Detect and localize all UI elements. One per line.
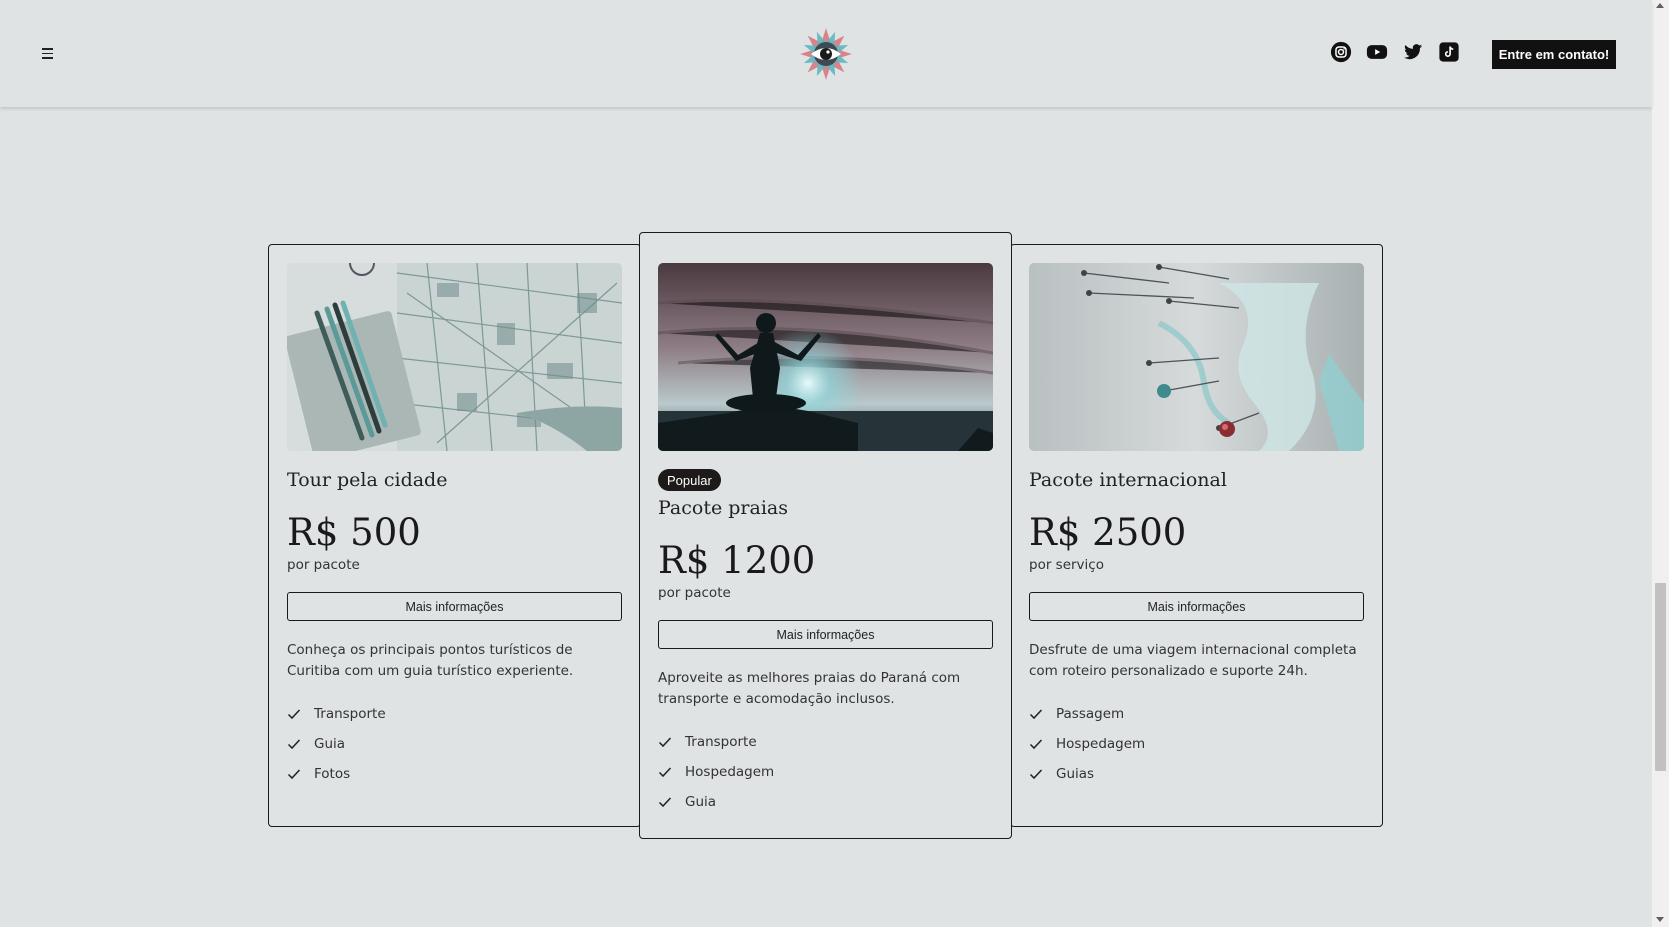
- check-icon: [287, 769, 301, 780]
- feature-item: Hospedagem: [658, 757, 774, 787]
- youtube-icon[interactable]: [1366, 41, 1388, 63]
- world-map-pins-image: [1029, 263, 1364, 451]
- check-icon: [658, 767, 672, 778]
- feature-label: Hospedagem: [685, 764, 775, 780]
- check-icon: [287, 709, 301, 720]
- more-info-button[interactable]: Mais informações: [658, 620, 993, 649]
- instagram-icon[interactable]: [1330, 41, 1352, 63]
- feature-label: Passagem: [1056, 706, 1125, 722]
- more-info-button[interactable]: Mais informações: [1029, 592, 1364, 621]
- popular-badge: Popular: [658, 469, 721, 491]
- card-description: Conheça os principais pontos turísticos …: [287, 642, 574, 679]
- check-icon: [658, 737, 672, 748]
- feature-item: Guia: [658, 787, 774, 817]
- card-title: Pacote praias: [658, 497, 788, 519]
- feature-label: Guia: [685, 794, 717, 810]
- more-info-button[interactable]: Mais informações: [287, 592, 622, 621]
- card-price: R$ 1200: [658, 539, 816, 582]
- feature-item: Hospedagem: [1029, 729, 1145, 759]
- feature-item: Transporte: [287, 699, 386, 729]
- feature-label: Transporte: [685, 734, 757, 750]
- scroll-down-arrow-icon[interactable]: [1656, 917, 1664, 922]
- tiktok-icon[interactable]: [1438, 41, 1460, 63]
- feature-label: Transporte: [314, 706, 386, 722]
- check-icon: [1029, 709, 1043, 720]
- twitter-icon[interactable]: [1402, 41, 1424, 63]
- yoga-beach-image: [658, 263, 993, 451]
- package-card-beaches: Popular Pacote praias R$ 1200 por pacote…: [639, 232, 1012, 839]
- city-map-image: [287, 263, 622, 451]
- scroll-up-arrow-icon[interactable]: [1656, 3, 1664, 8]
- check-icon: [1029, 769, 1043, 780]
- contact-button[interactable]: Entre em contato!: [1492, 40, 1616, 69]
- feature-label: Guias: [1056, 766, 1095, 782]
- feature-list: Passagem Hospedagem Guias: [1029, 699, 1145, 789]
- feature-item: Guias: [1029, 759, 1145, 789]
- page: Entre em contato! Tour pela cidade R$ 50…: [0, 0, 1669, 927]
- feature-label: Hospedagem: [1056, 736, 1146, 752]
- card-price-unit: por serviço: [1029, 557, 1104, 573]
- card-description: Desfrute de uma viagem internacional com…: [1029, 642, 1357, 679]
- hamburger-menu-icon[interactable]: [40, 46, 58, 62]
- site-header: Entre em contato!: [0, 0, 1652, 107]
- social-links: [1330, 41, 1460, 63]
- check-icon: [287, 739, 301, 750]
- feature-item: Transporte: [658, 727, 774, 757]
- feature-list: Transporte Guia Fotos: [287, 699, 386, 789]
- card-title: Tour pela cidade: [287, 469, 448, 491]
- card-description: Aproveite as melhores praias do Paraná c…: [658, 670, 961, 707]
- card-title: Pacote internacional: [1029, 469, 1227, 491]
- eye-flower-logo[interactable]: [798, 26, 854, 82]
- feature-item: Guia: [287, 729, 386, 759]
- scrollbar-thumb[interactable]: [1655, 583, 1666, 771]
- feature-item: Fotos: [287, 759, 386, 789]
- feature-label: Guia: [314, 736, 346, 752]
- card-price-unit: por pacote: [287, 557, 360, 573]
- card-price: R$ 500: [287, 511, 421, 554]
- check-icon: [658, 797, 672, 808]
- feature-list: Transporte Hospedagem Guia: [658, 727, 774, 817]
- feature-label: Fotos: [314, 766, 351, 782]
- card-price-unit: por pacote: [658, 585, 731, 601]
- card-price: R$ 2500: [1029, 511, 1187, 554]
- package-card-city-tour: Tour pela cidade R$ 500 por pacote Mais …: [268, 244, 641, 827]
- feature-item: Passagem: [1029, 699, 1145, 729]
- check-icon: [1029, 739, 1043, 750]
- vertical-scrollbar[interactable]: [1652, 0, 1669, 927]
- package-card-international: Pacote internacional R$ 2500 por serviço…: [1010, 244, 1383, 827]
